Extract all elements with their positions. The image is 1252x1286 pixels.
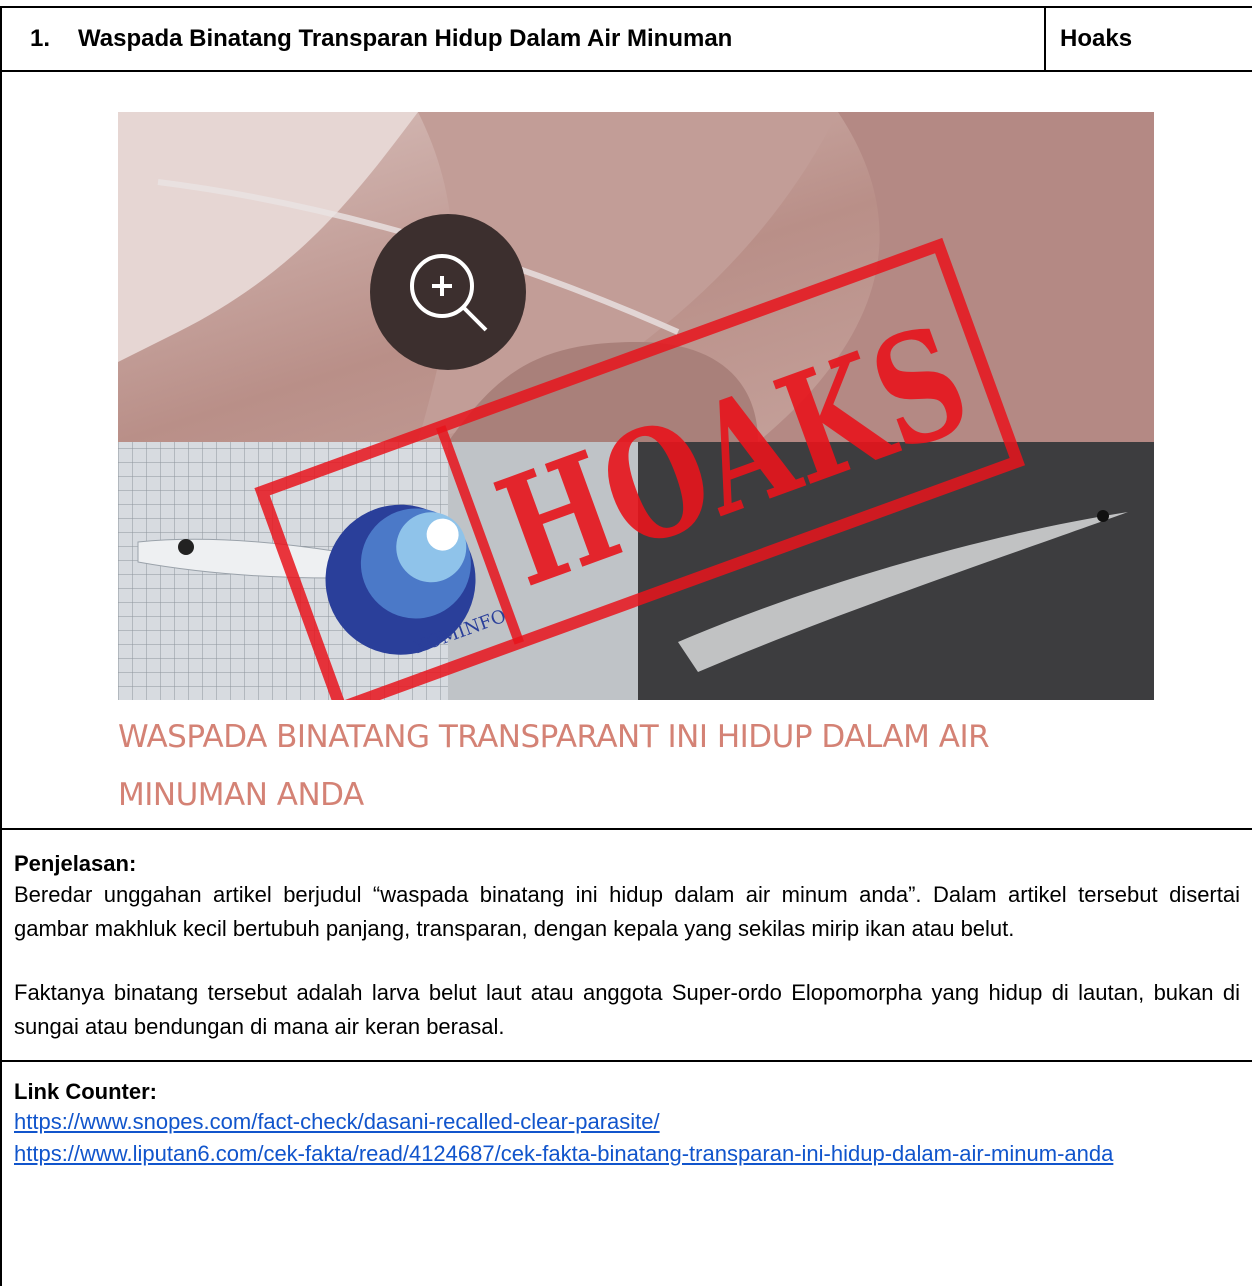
explanation-paragraph-2: Faktanya binatang tersebut adalah larva … [14,980,1240,1039]
verdict-label: Hoaks [1060,25,1133,52]
link-counter-title: Link Counter: [14,1079,157,1104]
item-number: 1. [30,25,51,52]
hoax-photo: KOMINFO HOAKS [118,112,1154,700]
explanation-paragraph-1: Beredar unggahan artikel berjudul “waspa… [14,882,1240,941]
explanation-title: Penjelasan: [14,851,137,876]
header-row: 1. Waspada Binatang Transparan Hidup Dal… [0,6,1252,72]
image-row: KOMINFO HOAKS WASPADA BINATANG TRANSPARA… [0,72,1252,830]
image-caption: WASPADA BINATANG TRANSPARANT INI HIDUP D… [118,708,1158,824]
verdict-cell: Hoaks [1046,8,1252,70]
counter-link-liputan6[interactable]: https://www.liputan6.com/cek-fakta/read/… [14,1138,1240,1170]
caption-line-2: MINUMAN ANDA [118,777,364,813]
caption-line-1: WASPADA BINATANG TRANSPARANT INI HIDUP D… [118,719,990,755]
header-title-cell: 1. Waspada Binatang Transparan Hidup Dal… [0,8,1046,70]
zoom-icon [370,214,526,370]
explanation-section: Penjelasan: Beredar unggahan artikel ber… [0,830,1252,1062]
link-counter-section: Link Counter: https://www.snopes.com/fac… [0,1062,1252,1286]
counter-link-snopes[interactable]: https://www.snopes.com/fact-check/dasani… [14,1106,1240,1138]
hoax-image: KOMINFO HOAKS WASPADA BINATANG TRANSPARA… [98,90,1162,820]
hoax-table: 1. Waspada Binatang Transparan Hidup Dal… [0,0,1252,1286]
item-title: Waspada Binatang Transparan Hidup Dalam … [78,25,733,52]
